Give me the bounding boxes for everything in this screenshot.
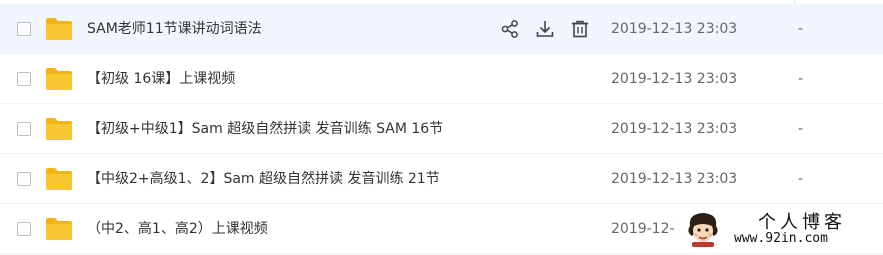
- file-size: -: [798, 171, 804, 187]
- file-size: -: [798, 71, 804, 87]
- file-name[interactable]: 【初级+中级1】Sam 超级自然拼读 发音训练 SAM 16节: [87, 104, 443, 154]
- file-date: 2019-12-13 23:03: [611, 21, 738, 37]
- file-row[interactable]: 【初级+中级1】Sam 超级自然拼读 发音训练 SAM 16节 2019-12-…: [0, 104, 883, 154]
- watermark-url: www.92in.com: [734, 231, 828, 246]
- file-date: 2019-12-1: [611, 221, 684, 237]
- file-date: 2019-12-13 23:03: [611, 121, 738, 137]
- row-checkbox[interactable]: [17, 172, 31, 186]
- folder-icon: [46, 18, 72, 40]
- file-name[interactable]: 【初级 16课】上课视频: [87, 54, 235, 104]
- file-row[interactable]: SAM老师11节课讲动词语法 2019-12-13 23:03 -: [0, 4, 883, 54]
- file-name[interactable]: SAM老师11节课讲动词语法: [87, 4, 262, 54]
- folder-icon: [46, 168, 72, 190]
- row-actions: [500, 19, 592, 41]
- download-icon[interactable]: [535, 19, 555, 39]
- file-size: -: [798, 121, 804, 137]
- row-checkbox[interactable]: [17, 222, 31, 236]
- folder-icon: [46, 68, 72, 90]
- file-row[interactable]: 【中级2+高级1、2】Sam 超级自然拼读 发音训练 21节 2019-12-1…: [0, 154, 883, 204]
- file-date: 2019-12-13 23:03: [611, 171, 738, 187]
- folder-icon: [46, 118, 72, 140]
- file-name[interactable]: （中2、高1、高2）上课视频: [87, 204, 268, 254]
- file-name[interactable]: 【中级2+高级1、2】Sam 超级自然拼读 发音训练 21节: [87, 154, 440, 204]
- folder-icon: [46, 218, 72, 240]
- file-date: 2019-12-13 23:03: [611, 71, 738, 87]
- trash-icon[interactable]: [570, 19, 590, 39]
- file-row[interactable]: 【初级 16课】上课视频 2019-12-13 23:03 -: [0, 54, 883, 104]
- row-checkbox[interactable]: [17, 122, 31, 136]
- watermark: 个人博客 www.92in.com: [676, 206, 876, 252]
- file-size: -: [798, 21, 804, 37]
- blog-mascot-icon: [688, 213, 718, 247]
- row-checkbox[interactable]: [17, 22, 31, 36]
- row-checkbox[interactable]: [17, 72, 31, 86]
- file-list: SAM老师11节课讲动词语法 2019-12-13 23:03 - 【初级 16…: [0, 0, 883, 255]
- share-icon[interactable]: [500, 19, 520, 39]
